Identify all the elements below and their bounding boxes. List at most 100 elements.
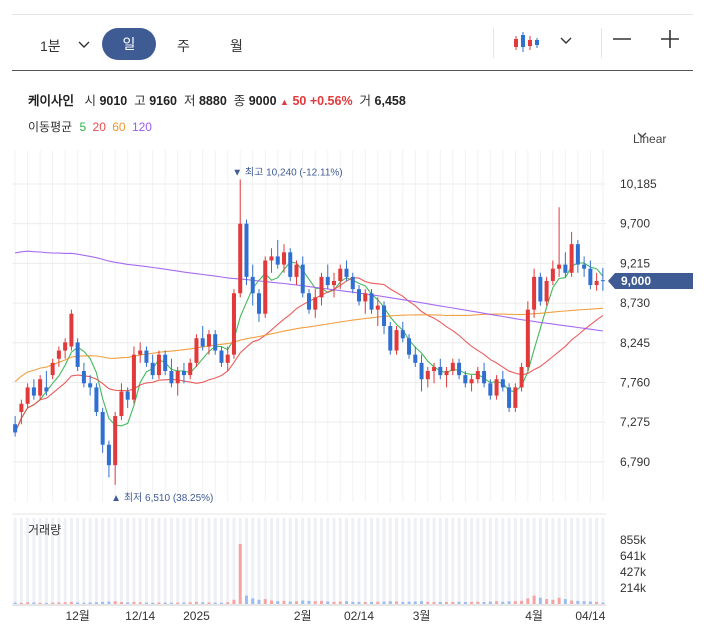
candle-body: [38, 379, 43, 396]
candle-body: [25, 387, 30, 404]
volume-bar: [182, 602, 186, 604]
candle-body: [550, 268, 555, 281]
candle-body: [213, 334, 218, 351]
candle-body: [300, 264, 305, 294]
volume-bar: [307, 600, 311, 604]
candle-body: [469, 379, 474, 384]
volume-bar: [445, 602, 449, 604]
volume-bar: [513, 601, 517, 604]
candle-body: [200, 338, 205, 347]
volume-bar: [576, 600, 580, 604]
volume-bar: [457, 601, 461, 604]
volume-bar: [345, 601, 349, 604]
low-annotation: ▲ 최저 6,510 (38.25%): [111, 492, 213, 504]
volume-bar: [226, 602, 230, 604]
candle-body: [482, 371, 487, 384]
candle-body: [344, 268, 349, 277]
volume-bar: [76, 602, 80, 604]
volume-bar: [194, 601, 198, 604]
candle-body: [500, 379, 505, 388]
candle-body: [488, 383, 493, 396]
volume-bar: [407, 601, 411, 604]
candle-body: [450, 362, 455, 372]
volume-bar: [351, 601, 355, 604]
x-tick-label: 12/14: [125, 609, 155, 623]
volume-bar: [257, 599, 261, 604]
candle-body: [206, 334, 211, 347]
price-chart[interactable]: 10,185 9,700 9,215 8,730 8,245 7,760 7,275 6,79…: [0, 0, 704, 634]
candle-body: [144, 350, 149, 363]
candle-body: [44, 387, 49, 392]
volume-bar: [288, 601, 292, 604]
x-tick-label: 12월: [65, 609, 89, 623]
candle-body: [582, 264, 587, 269]
y-tick-label: 7,760: [620, 375, 650, 389]
candle-body: [56, 350, 61, 359]
volume-bar: [451, 601, 455, 604]
candle-body: [181, 371, 186, 376]
candle-body: [119, 391, 124, 417]
volume-bar: [151, 602, 155, 604]
volume-bar: [126, 602, 130, 604]
x-tick-label: 2월: [294, 609, 312, 623]
y-tick-label: 10,185: [620, 177, 657, 191]
candle-body: [50, 362, 55, 376]
candle-body: [400, 330, 405, 339]
volume-bar: [582, 601, 586, 604]
candle-body: [150, 362, 155, 376]
volume-bar: [332, 601, 336, 604]
volume-bar: [251, 598, 255, 604]
volume-bar: [269, 600, 273, 604]
volume-bar: [426, 601, 430, 604]
volume-bar: [320, 600, 324, 604]
candle-body: [219, 350, 224, 363]
volume-bar: [482, 602, 486, 604]
volume-bar: [488, 601, 492, 604]
candle-body: [438, 366, 443, 376]
candle-body: [388, 326, 393, 351]
volume-bar: [545, 599, 549, 604]
candle-body: [588, 268, 593, 286]
volume-bar: [69, 601, 73, 604]
volume-bar: [551, 599, 555, 604]
candle-body: [13, 424, 18, 433]
candle-body: [231, 293, 236, 355]
candle-body: [131, 354, 136, 400]
volume-bar: [38, 602, 42, 604]
volume-bar: [232, 599, 236, 604]
y-tick-label: 9,215: [620, 256, 650, 270]
high-annotation: ▼ 최고 10,240 (-12.11%): [232, 166, 342, 178]
candle-body: [519, 366, 524, 388]
volume-bar: [51, 602, 55, 604]
x-tick-label: 04/14: [575, 609, 605, 623]
candle-body: [375, 305, 380, 310]
x-tick-label: 4월: [525, 609, 543, 623]
volume-bar: [538, 597, 542, 604]
volume-bar: [82, 602, 86, 604]
volume-bar: [157, 602, 161, 604]
volume-bar: [88, 602, 92, 604]
volume-bar: [326, 601, 330, 604]
volume-bar: [107, 601, 111, 604]
candle-body: [325, 276, 330, 286]
candle-body: [175, 371, 180, 384]
volume-bar: [219, 602, 223, 604]
volume-bar: [301, 600, 305, 604]
volume-bar: [376, 601, 380, 604]
candle-body: [457, 362, 462, 376]
volume-tick-label: 427k: [620, 565, 647, 579]
volume-bar: [132, 601, 136, 604]
candle-body: [357, 289, 362, 302]
volume-bar: [282, 600, 286, 604]
current-price-label: 9,000: [621, 274, 651, 288]
volume-bar: [138, 602, 142, 604]
candle-body: [313, 297, 318, 310]
x-tick-label: 02/14: [344, 609, 374, 623]
candle-body: [275, 256, 280, 265]
volume-bar: [382, 601, 386, 604]
volume-bar: [588, 601, 592, 604]
candle-body: [256, 293, 261, 314]
candle-body: [532, 276, 537, 310]
volume-bar: [438, 601, 442, 604]
volume-bar: [13, 602, 17, 604]
